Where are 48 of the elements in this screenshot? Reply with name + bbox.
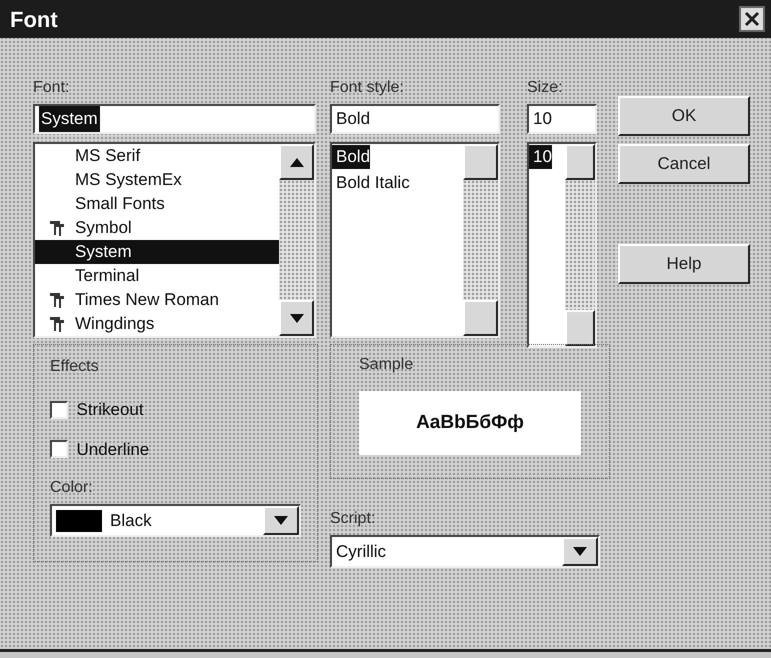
scroll-up-button[interactable]: [565, 144, 595, 180]
window-title: Font: [10, 6, 58, 34]
list-item[interactable]: Symbol: [35, 216, 279, 240]
scroll-up-button[interactable]: [463, 144, 498, 180]
help-button[interactable]: Help: [618, 244, 750, 284]
font-list[interactable]: MS Serif MS SystemEx Small Fonts Symbol System Terminal Times New Roman Wingdings: [33, 142, 316, 338]
dropdown-arrow-icon: [274, 516, 288, 525]
close-icon: [744, 11, 760, 27]
list-item[interactable]: System: [35, 240, 279, 264]
list-item[interactable]: Terminal: [35, 264, 279, 288]
list-item[interactable]: MS SystemEx: [35, 168, 279, 192]
size-label: Size:: [527, 78, 563, 98]
font-label: Font:: [33, 78, 70, 98]
scroll-down-button[interactable]: [565, 310, 595, 346]
cancel-button[interactable]: Cancel: [618, 144, 750, 184]
ok-button[interactable]: OK: [618, 96, 750, 136]
down-arrow-icon: [290, 314, 304, 322]
font-field[interactable]: System: [33, 104, 316, 134]
list-item[interactable]: 10: [529, 145, 552, 169]
font-style-list[interactable]: Bold Bold Italic: [330, 142, 500, 338]
script-dropdown[interactable]: Cyrillic: [330, 535, 600, 568]
color-swatch: [56, 510, 102, 532]
list-item[interactable]: MS Serif: [35, 144, 279, 168]
effects-label: Effects: [50, 357, 99, 377]
up-arrow-icon: [290, 158, 304, 166]
list-item[interactable]: Bold: [332, 145, 370, 169]
font-style-field[interactable]: Bold: [330, 104, 500, 134]
list-item[interactable]: Wingdings: [35, 312, 279, 336]
checkbox[interactable]: [50, 400, 68, 419]
checkbox-label: Underline: [76, 438, 150, 460]
sample-preview: AaBbБбФф: [359, 391, 581, 455]
script-label: Script:: [330, 509, 376, 529]
color-label: Color:: [50, 478, 93, 498]
size-list[interactable]: 10: [527, 142, 597, 348]
close-button[interactable]: [739, 6, 765, 32]
sample-label: Sample: [359, 355, 414, 375]
list-item[interactable]: Times New Roman: [35, 288, 279, 312]
scroll-down-button[interactable]: [279, 300, 314, 336]
list-item[interactable]: Bold Italic: [332, 170, 410, 194]
checkbox-label: Strikeout: [76, 399, 144, 421]
dropdown-arrow-icon: [573, 547, 587, 556]
color-dropdown[interactable]: Black: [50, 504, 301, 537]
scroll-up-button[interactable]: [279, 144, 314, 180]
checkbox[interactable]: [50, 440, 68, 458]
list-item[interactable]: Small Fonts: [35, 192, 279, 216]
scroll-down-button[interactable]: [463, 300, 498, 336]
font-style-label: Font style:: [330, 78, 404, 98]
size-field[interactable]: 10: [527, 104, 597, 134]
